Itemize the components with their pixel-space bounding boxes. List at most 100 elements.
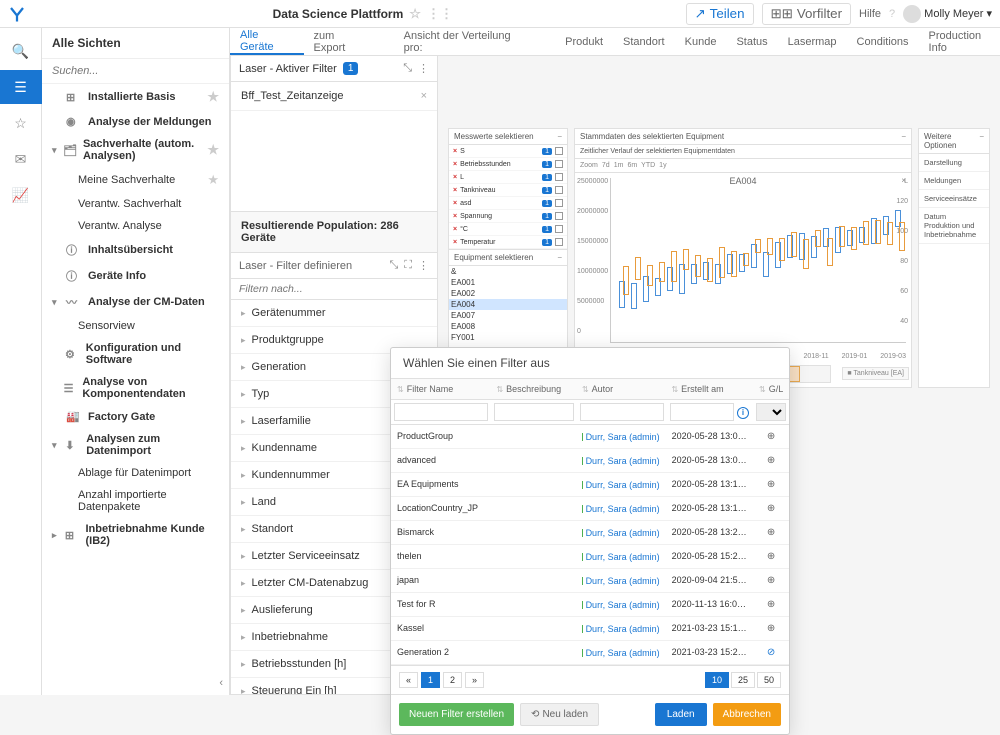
pagesize-10[interactable]: 10	[705, 672, 729, 688]
load-button[interactable]: Laden	[655, 703, 707, 726]
option-item[interactable]: Datum Produktion und Inbetriebnahme	[919, 208, 989, 244]
close-icon[interactable]: ×	[421, 90, 427, 102]
equipment-item[interactable]: EA008	[449, 321, 567, 332]
sidebar-item[interactable]: ▸⊞Inbetriebnahme Kunde (IB2)	[42, 518, 229, 552]
tab-item[interactable]: Standort	[613, 28, 675, 55]
sidebar-item[interactable]: Meine Sachverhalte★	[42, 167, 229, 193]
pagesize-50[interactable]: 50	[757, 672, 781, 688]
messwert-item[interactable]: ×Temperatur1	[449, 236, 567, 249]
user-menu[interactable]: Molly Meyer ▾	[903, 5, 992, 23]
minimize-icon[interactable]: −	[557, 132, 562, 141]
zoom-6m[interactable]: 6m	[627, 162, 637, 169]
filter-name-input[interactable]	[394, 403, 488, 421]
filter-autor-input[interactable]	[580, 403, 664, 421]
messwert-item[interactable]: ×Tankniveau1	[449, 184, 567, 197]
tab-item[interactable]: Lasermap	[778, 28, 847, 55]
sidebar-item[interactable]: ⊞Installierte Basis★	[42, 84, 229, 110]
equipment-item[interactable]: &	[449, 266, 567, 277]
messwert-item[interactable]: ×°C1	[449, 223, 567, 236]
table-row[interactable]: japanDurr, Sara (admin)2020-09-04 21:58:…	[391, 569, 789, 593]
equipment-item[interactable]: EA007	[449, 310, 567, 321]
page-last[interactable]: »	[465, 672, 484, 688]
expand-icon[interactable]: ⛶	[404, 259, 412, 272]
tab-item[interactable]: Status	[726, 28, 777, 55]
page-1[interactable]: 1	[421, 672, 440, 688]
reload-button[interactable]: ⟲ Neu laden	[520, 703, 599, 726]
zoom-ytd[interactable]: YTD	[641, 162, 655, 169]
option-item[interactable]: Darstellung	[919, 154, 989, 172]
chart-icon[interactable]: 📈	[0, 178, 42, 212]
filter-gl-select[interactable]	[756, 403, 786, 421]
messwert-item[interactable]: ×S1	[449, 145, 567, 158]
messwert-item[interactable]: ×Betriebsstunden1	[449, 158, 567, 171]
share-button[interactable]: ↗ Teilen	[686, 3, 754, 25]
table-row[interactable]: LocationCountry_JPDurr, Sara (admin)2020…	[391, 497, 789, 521]
tab-alle-geraete[interactable]: Alle Geräte	[230, 28, 304, 55]
equipment-item[interactable]: FY001	[449, 332, 567, 343]
equipment-item[interactable]: EA001	[449, 277, 567, 288]
table-row[interactable]: ProductGroupDurr, Sara (admin)2020-05-28…	[391, 425, 789, 449]
table-row[interactable]: advancedDurr, Sara (admin)2020-05-28 13:…	[391, 449, 789, 473]
sidebar-item[interactable]: ⚙Konfiguration und Software	[42, 337, 229, 371]
minimize-icon[interactable]: −	[901, 132, 906, 141]
more-icon[interactable]: ⋮	[418, 62, 429, 75]
equipment-item[interactable]: EA002	[449, 288, 567, 299]
sidebar-item[interactable]: ⓘInhaltsübersicht	[42, 237, 229, 263]
minimize-icon[interactable]: −	[557, 253, 562, 262]
sidebar-item[interactable]: ☰Analyse von Komponentendaten	[42, 371, 229, 405]
table-row[interactable]: Generation 2Durr, Sara (admin)2021-03-23…	[391, 641, 789, 665]
table-row[interactable]: EA EquipmentsDurr, Sara (admin)2020-05-2…	[391, 473, 789, 497]
compress-icon[interactable]: ⤡	[403, 62, 412, 75]
table-row[interactable]: BismarckDurr, Sara (admin)2020-05-28 13:…	[391, 521, 789, 545]
inbox-icon[interactable]: ✉	[0, 142, 42, 176]
sidebar-item[interactable]: ◉Analyse der Meldungen	[42, 110, 229, 133]
create-filter-button[interactable]: Neuen Filter erstellen	[399, 703, 514, 726]
table-row[interactable]: thelenDurr, Sara (admin)2020-05-28 15:25…	[391, 545, 789, 569]
sidebar-item[interactable]: Sensorview	[42, 315, 229, 337]
sidebar-item[interactable]: ▾〰Analyse der CM-Daten	[42, 289, 229, 315]
app-logo[interactable]	[8, 5, 40, 23]
tab-item[interactable]: Production Info	[919, 28, 1000, 55]
sidebar-item[interactable]: ⓘGeräte Info	[42, 263, 229, 289]
filter-category[interactable]: ▸Gerätenummer	[231, 300, 437, 327]
sidebar-item[interactable]: Ablage für Datenimport	[42, 462, 229, 484]
zoom-1m[interactable]: 1m	[614, 162, 624, 169]
page-2[interactable]: 2	[443, 672, 462, 688]
sidebar-collapse-icon[interactable]: ‹	[219, 677, 223, 689]
sidebar-item[interactable]: ▾🗂Sachverhalte (autom. Analysen)★	[42, 133, 229, 167]
tab-zum-export[interactable]: zum Export	[304, 28, 378, 55]
pagesize-25[interactable]: 25	[731, 672, 755, 688]
list-icon[interactable]: ☰	[0, 70, 42, 104]
messwert-item[interactable]: ×Spannung1	[449, 210, 567, 223]
sidebar-item[interactable]: Verantw. Sachverhalt	[42, 193, 229, 215]
filter-search-input[interactable]	[239, 283, 429, 295]
filter-desc-input[interactable]	[494, 403, 574, 421]
help-link[interactable]: Hilfe	[859, 8, 881, 20]
info-icon[interactable]: i	[737, 407, 749, 419]
messwert-item[interactable]: ×L1	[449, 171, 567, 184]
cancel-button[interactable]: Abbrechen	[713, 703, 781, 726]
equipment-item[interactable]: EA004	[449, 299, 567, 310]
zoom-7d[interactable]: 7d	[602, 162, 610, 169]
prefilter-button[interactable]: ⊞⊞ Vorfilter	[762, 3, 852, 25]
sidebar-item[interactable]: Verantw. Analyse	[42, 215, 229, 237]
zoom-1y[interactable]: 1y	[659, 162, 666, 169]
star-icon[interactable]: ☆	[409, 6, 421, 22]
more-icon[interactable]: ⋮	[418, 259, 429, 272]
tab-item[interactable]: Conditions	[847, 28, 919, 55]
table-row[interactable]: KasselDurr, Sara (admin)2021-03-23 15:16…	[391, 617, 789, 641]
option-item[interactable]: Meldungen	[919, 172, 989, 190]
sidebar-item[interactable]: Anzahl importierte Datenpakete	[42, 484, 229, 518]
compress-icon[interactable]: ⤡	[389, 259, 398, 272]
tab-item[interactable]: Produkt	[555, 28, 613, 55]
messwert-item[interactable]: ×asd1	[449, 197, 567, 210]
filter-date-input[interactable]	[670, 403, 734, 421]
minimize-icon[interactable]: −	[979, 132, 984, 150]
table-row[interactable]: Test for RDurr, Sara (admin)2020-11-13 1…	[391, 593, 789, 617]
option-item[interactable]: Serviceeinsätze	[919, 190, 989, 208]
menu-icon[interactable]: ⋮⋮	[427, 6, 453, 22]
chart-body[interactable]: EA004 × 25000000 20000000 15000000 10000…	[575, 173, 911, 363]
sidebar-item[interactable]: 🏭Factory Gate	[42, 405, 229, 428]
page-first[interactable]: «	[399, 672, 418, 688]
star-icon[interactable]: ☆	[0, 106, 42, 140]
